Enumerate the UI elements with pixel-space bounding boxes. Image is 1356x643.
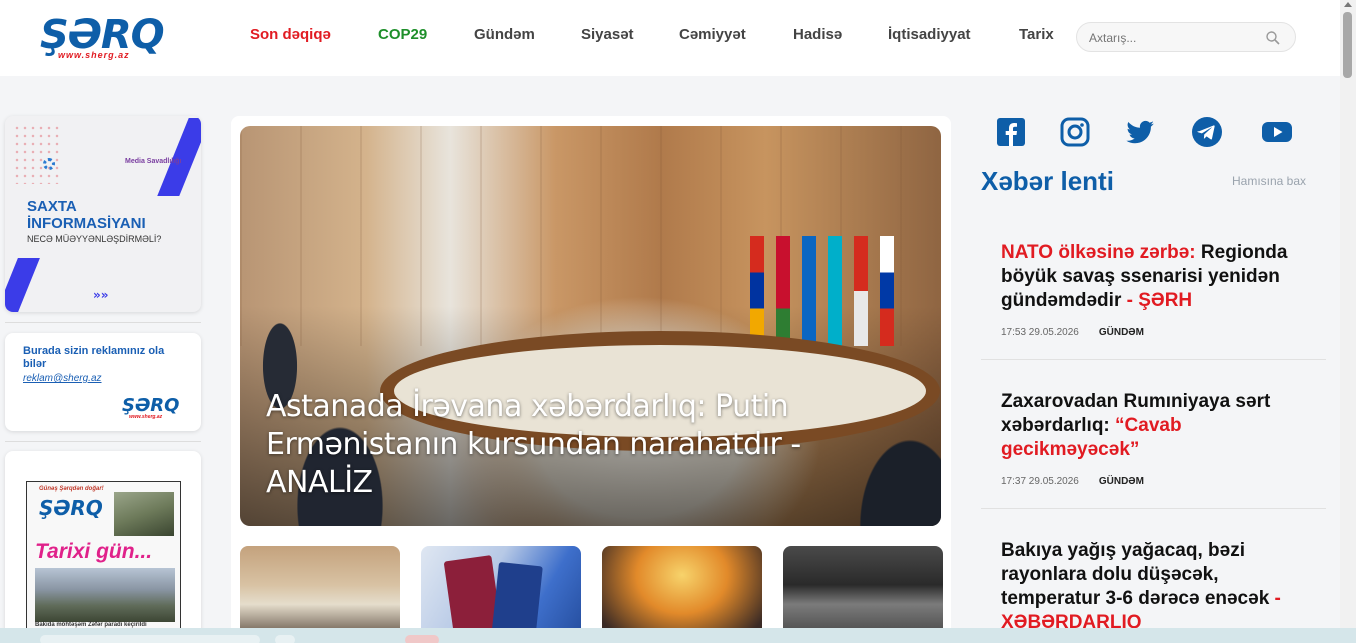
newspaper-headline: Tarixi gün... [35, 540, 153, 563]
site-header: ŞƏRQ www.sherg.az Son dəqiqə COP29 Gündə… [0, 0, 1340, 76]
telegram-icon[interactable] [1191, 116, 1223, 148]
youtube-icon[interactable] [1261, 116, 1293, 148]
divider [5, 441, 201, 442]
nav-iqtisadiyyat[interactable]: İqtisadiyyat [888, 26, 971, 43]
dot-pattern [13, 124, 63, 184]
hero-title[interactable]: Astanada İrəvana xəbərdarlıq: Putin Ermə… [266, 388, 866, 502]
news-item[interactable]: Bakıya yağış yağacaq, bəzi rayonlara dol… [1001, 539, 1321, 635]
taskbar-app-icon[interactable] [275, 635, 295, 643]
news-separator [981, 508, 1326, 509]
newspaper-cover-card[interactable]: Günəş Şərqdən doğar! ŞƏRQ Tarixi gün... … [5, 451, 201, 641]
nav-tarix[interactable]: Tarix [1019, 26, 1054, 43]
news-category[interactable]: GÜNDƏM [1099, 476, 1144, 487]
scroll-thumb[interactable] [1343, 12, 1352, 78]
instagram-icon[interactable] [1059, 116, 1091, 148]
nav-cemiyyet[interactable]: Cəmiyyət [679, 26, 746, 43]
hero-article[interactable]: Astanada İrəvana xəbərdarlıq: Putin Ermə… [240, 126, 941, 526]
news-feed-title: Xəbər lenti [981, 166, 1114, 196]
twitter-icon[interactable] [1124, 116, 1156, 148]
news-headline[interactable]: Zaxarovadan Rumıniyaya sərt xəbərdarlıq:… [1001, 390, 1321, 462]
nav-cop29[interactable]: COP29 [378, 26, 427, 43]
ad-banner-media-literacy[interactable]: Media Savadlılığı SAXTA İNFORMASİYANI NE… [5, 116, 201, 312]
chevrons-right-icon: »» [93, 288, 109, 302]
divider [5, 322, 201, 323]
news-time: 17:37 29.05.2026 [1001, 476, 1079, 487]
headline-red-lead: NATO ölkəsinə zərbə: [1001, 242, 1196, 263]
ad-subtitle: NECƏ MÜƏYYƏNLƏŞDİRMƏLİ? [27, 234, 162, 244]
ad-headline-line2: İNFORMASİYANI [27, 215, 146, 232]
ad-headline: SAXTA İNFORMASİYANI [27, 198, 146, 232]
ad-placeholder-text: Burada sizin reklamınız ola bilər [23, 345, 165, 370]
search-input[interactable] [1089, 29, 1259, 47]
scroll-up-arrow-icon[interactable] [1344, 2, 1352, 7]
site-logo[interactable]: ŞƏRQ www.sherg.az [40, 12, 168, 62]
newspaper-cover[interactable]: Günəş Şərqdən doğar! ŞƏRQ Tarixi gün... … [26, 481, 181, 633]
ad-email-link[interactable]: reklam@sherg.az [23, 373, 102, 384]
agency-logo [43, 156, 91, 172]
mini-logo-url: www.sherg.az [129, 414, 163, 420]
ad-headline-line1: SAXTA [27, 198, 77, 215]
newspaper-logo: ŞƏRQ [39, 496, 103, 520]
flower-emblem-icon [43, 158, 55, 170]
decorative-stripe [157, 118, 201, 196]
media-literacy-logo: Media Savadlılığı [125, 158, 182, 165]
news-headline[interactable]: Bakıya yağış yağacaq, bəzi rayonlara dol… [1001, 539, 1321, 635]
search-icon[interactable] [1265, 30, 1281, 46]
nav-hadise[interactable]: Hadisə [793, 26, 842, 43]
nav-son-deqiqe[interactable]: Son dəqiqə [250, 26, 331, 43]
news-time: 17:53 29.05.2026 [1001, 327, 1079, 338]
headline-red-tail: - ŞƏRH [1121, 290, 1193, 311]
decorative-stripe [5, 258, 40, 312]
newspaper-photo [35, 568, 175, 622]
nav-gundem[interactable]: Gündəm [474, 26, 535, 43]
headline-text: Bakıya yağış yağacaq, bəzi rayonlara dol… [1001, 540, 1270, 609]
mini-logo: ŞƏRQ [122, 395, 180, 416]
ad-placeholder-card[interactable]: Burada sizin reklamınız ola bilər reklam… [5, 333, 201, 431]
newspaper-photo [114, 492, 174, 536]
news-separator [981, 359, 1326, 360]
news-category[interactable]: GÜNDƏM [1099, 327, 1144, 338]
os-taskbar [0, 628, 1356, 643]
search-box [1076, 22, 1296, 52]
page-scrollbar[interactable] [1340, 0, 1356, 643]
taskbar-app-icon[interactable] [405, 635, 439, 643]
facebook-icon[interactable] [995, 116, 1027, 148]
newspaper-tagline: Günəş Şərqdən doğar! [39, 486, 104, 492]
news-item[interactable]: NATO ölkəsinə zərbə: Regionda böyük sava… [1001, 241, 1321, 338]
news-item[interactable]: Zaxarovadan Rumıniyaya sərt xəbərdarlıq:… [1001, 390, 1321, 487]
news-headline[interactable]: NATO ölkəsinə zərbə: Regionda böyük sava… [1001, 241, 1321, 313]
taskbar-search[interactable] [40, 635, 260, 643]
news-meta: 17:37 29.05.2026 GÜNDƏM [1001, 476, 1321, 487]
see-all-link[interactable]: Hamısına bax [1232, 174, 1306, 188]
logo-url: www.sherg.az [58, 50, 130, 60]
nav-siyaset[interactable]: Siyasət [581, 26, 634, 43]
news-meta: 17:53 29.05.2026 GÜNDƏM [1001, 327, 1321, 338]
